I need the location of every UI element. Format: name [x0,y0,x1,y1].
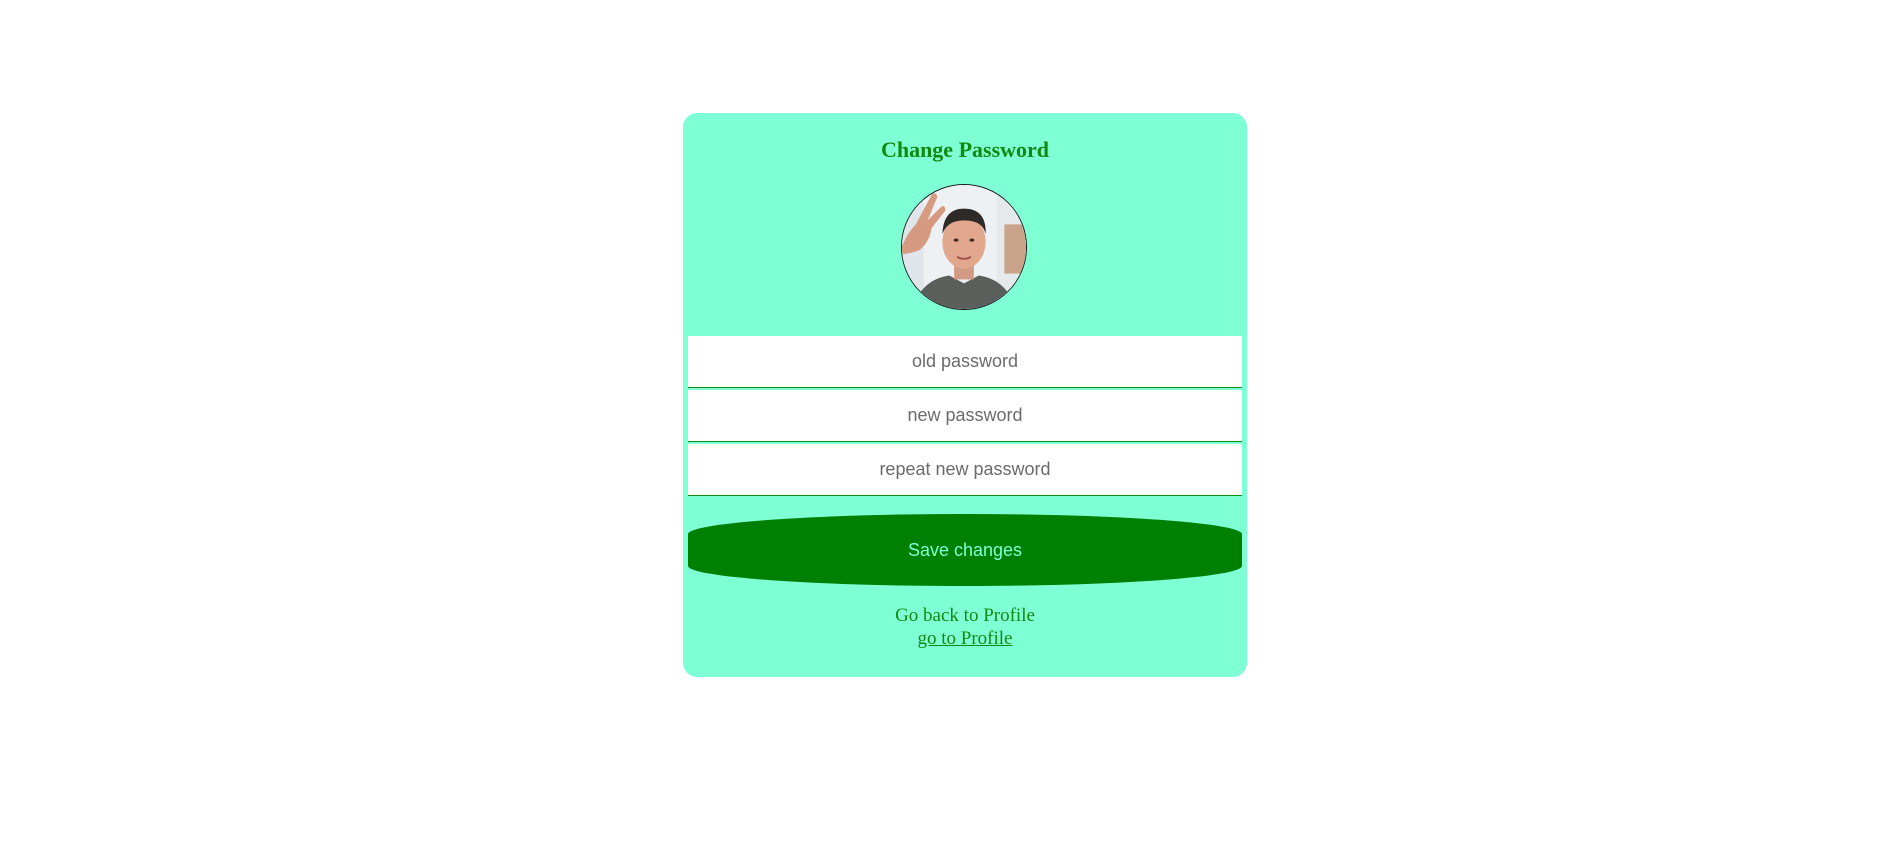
go-to-profile-link[interactable]: go to Profile [918,628,1013,649]
back-to-profile-text: Go back to Profile [895,605,1035,626]
old-password-input[interactable] [688,336,1242,388]
avatar [901,184,1027,310]
profile-link-wrapper: go to Profile [683,627,1247,650]
page-title: Change Password [880,137,1050,162]
avatar-photo-icon [902,185,1026,309]
save-changes-button[interactable]: Save changes [688,514,1242,586]
new-password-input[interactable] [688,390,1242,442]
page: Change Password Save changes Go back to … [0,0,1888,852]
change-password-card: Change Password Save changes Go back to … [683,113,1247,677]
repeat-password-input[interactable] [688,444,1242,496]
